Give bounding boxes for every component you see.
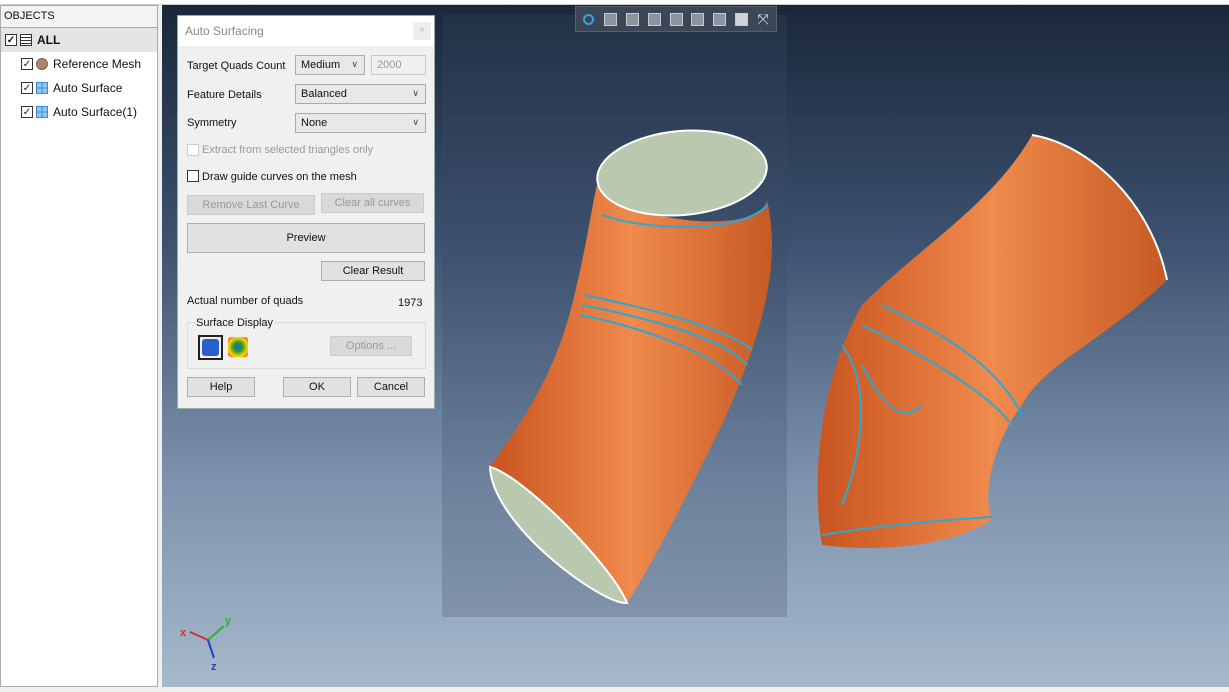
tree-item-reference-mesh[interactable]: ✓ Reference Mesh (1, 52, 157, 76)
cancel-button[interactable]: Cancel (357, 377, 425, 397)
surface-display-label: Surface Display (195, 317, 275, 329)
view-left-icon[interactable] (645, 10, 663, 28)
target-quads-select[interactable]: Medium ∨ (295, 55, 365, 75)
view-iso-icon[interactable] (732, 10, 750, 28)
select-value: Medium (301, 59, 341, 71)
view-right-icon[interactable] (667, 10, 685, 28)
tree-item-auto-surface-1[interactable]: ✓ Auto Surface(1) (1, 100, 157, 124)
tree-item-label: Reference Mesh (53, 57, 142, 71)
tree-item-all[interactable]: ✓ ALL (1, 28, 157, 52)
objects-panel: OBJECTS ✓ ALL ✓ Reference Mesh ✓ Auto Su… (0, 5, 158, 687)
dialog-title: Auto Surfacing (185, 24, 264, 38)
shaded-cube-icon (202, 339, 219, 356)
preview-button[interactable]: Preview (187, 223, 425, 253)
feature-details-label: Feature Details (187, 89, 262, 101)
view-toolbar: ⤧ (575, 6, 777, 32)
axis-x-label: x (180, 627, 187, 639)
axis-z-label: z (211, 661, 217, 672)
draw-guide-checkbox[interactable] (187, 170, 199, 182)
auto-surface-right (817, 134, 1168, 548)
actual-quads-label: Actual number of quads (187, 295, 304, 307)
view-back-icon[interactable] (624, 10, 642, 28)
select-value: Balanced (301, 88, 347, 100)
tree-item-label: Auto Surface(1) (53, 105, 138, 119)
actual-quads-value: 1973 (398, 297, 423, 309)
checkbox[interactable]: ✓ (21, 58, 33, 70)
ok-button[interactable]: OK (283, 377, 351, 397)
symmetry-label: Symmetry (187, 117, 237, 129)
checkbox[interactable]: ✓ (21, 106, 33, 118)
surface-display-group: Surface Display Options ... (187, 317, 426, 369)
clear-all-curves-button[interactable]: Clear all curves (321, 193, 424, 213)
mesh-icon (36, 58, 48, 70)
view-bottom-icon[interactable] (711, 10, 729, 28)
layers-icon (20, 34, 32, 46)
chevron-down-icon: ∨ (412, 117, 419, 127)
tree-item-label: ALL (37, 33, 61, 47)
target-quads-count-input[interactable]: 2000 (371, 55, 426, 75)
axis-triad: x y z (178, 612, 238, 675)
select-value: None (301, 117, 328, 129)
grid-surface-icon (36, 106, 48, 118)
shaded-display-button[interactable] (198, 335, 223, 360)
objects-header: OBJECTS (1, 6, 157, 28)
help-button[interactable]: Help (187, 377, 255, 397)
target-quads-label: Target Quads Count (187, 60, 286, 72)
view-front-icon[interactable] (602, 10, 620, 28)
axis-y-label: y (225, 615, 232, 627)
view-top-icon[interactable] (689, 10, 707, 28)
clear-result-button[interactable]: Clear Result (321, 261, 425, 281)
checkbox[interactable]: ✓ (5, 34, 17, 46)
zoom-fit-icon[interactable] (580, 10, 598, 28)
options-button[interactable]: Options ... (330, 336, 412, 356)
remove-last-curve-button[interactable]: Remove Last Curve (187, 195, 315, 215)
draw-guide-label: Draw guide curves on the mesh (202, 171, 357, 183)
feature-details-select[interactable]: Balanced ∨ (295, 84, 426, 104)
checkbox[interactable]: ✓ (21, 82, 33, 94)
deviation-display-button[interactable] (228, 337, 248, 357)
grid-surface-icon (36, 82, 48, 94)
auto-surfacing-dialog: Auto Surfacing × Target Quads Count Medi… (177, 15, 435, 409)
tree-item-auto-surface[interactable]: ✓ Auto Surface (1, 76, 157, 100)
extract-label: Extract from selected triangles only (202, 144, 374, 156)
tree-item-label: Auto Surface (53, 81, 123, 95)
chevron-down-icon: ∨ (412, 88, 419, 98)
extract-checkbox[interactable] (187, 144, 199, 156)
close-button[interactable]: × (413, 22, 431, 40)
chevron-down-icon: ∨ (351, 59, 358, 69)
axes-orient-icon[interactable]: ⤧ (754, 10, 772, 28)
dialog-title-bar: Auto Surfacing × (178, 16, 434, 46)
symmetry-select[interactable]: None ∨ (295, 113, 426, 133)
